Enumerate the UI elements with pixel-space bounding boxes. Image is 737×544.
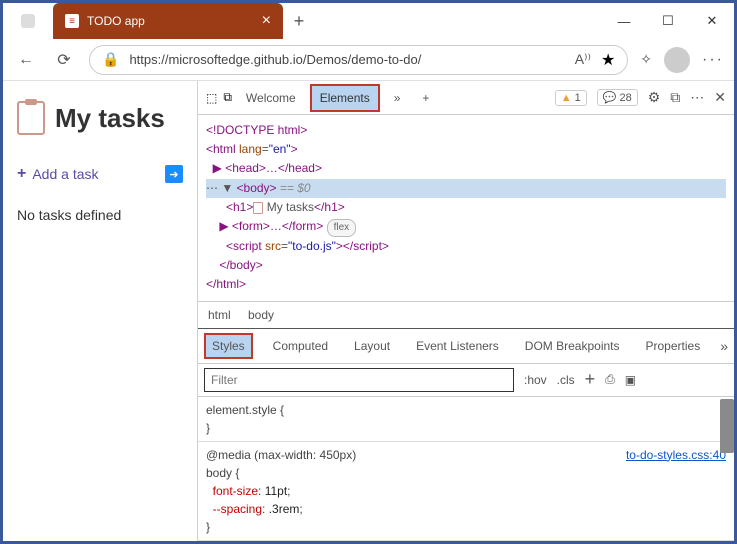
cls-toggle[interactable]: .cls (557, 373, 575, 387)
devtools-menu-icon[interactable]: ⋯ (690, 89, 704, 106)
window-controls: — ☐ ✕ (602, 3, 734, 39)
styles-filter-row: :hov .cls + ⎙ ▣ (198, 364, 734, 397)
favorite-icon[interactable]: ★ (601, 50, 615, 70)
hov-toggle[interactable]: :hov (524, 373, 547, 387)
styles-more-icon[interactable]: » (720, 338, 728, 354)
tab-strip-spacer (3, 3, 53, 39)
settings-icon[interactable]: ⚙ (648, 89, 661, 106)
clipboard-mini-icon (253, 202, 263, 214)
warnings-badge[interactable]: ▲ 1 (555, 90, 587, 106)
refresh-button[interactable]: ⟳ (51, 50, 77, 70)
address-bar: ← ⟳ 🔒 https://microsoftedge.github.io/De… (3, 39, 734, 81)
tab-event-listeners[interactable]: Event Listeners (410, 335, 505, 357)
crumb-html[interactable]: html (208, 308, 231, 322)
styles-tabbar: Styles Computed Layout Event Listeners D… (198, 329, 734, 364)
crumb-body[interactable]: body (248, 308, 274, 322)
page-viewport: My tasks + Add a task ➜ No tasks defined (3, 81, 197, 541)
dom-html[interactable]: <html lang="en"> (206, 140, 726, 159)
print-icon[interactable]: ⎙ (605, 372, 615, 387)
tab-welcome[interactable]: Welcome (238, 86, 304, 110)
tab-favicon: ≡ (65, 14, 79, 28)
dom-tree[interactable]: <!DOCTYPE html> <html lang="en"> ▶ <head… (198, 115, 734, 301)
empty-state-text: No tasks defined (17, 207, 183, 223)
new-rule-button[interactable]: + (585, 369, 596, 390)
tab-more[interactable]: » (386, 86, 409, 110)
close-window-button[interactable]: ✕ (690, 3, 734, 39)
submit-arrow-icon[interactable]: ➜ (165, 165, 183, 183)
read-aloud-icon[interactable]: A⁾⁾ (575, 51, 591, 68)
messages-badge[interactable]: 💬 28 (597, 89, 638, 106)
dom-form[interactable]: ▶ <form>…</form> flex (206, 217, 726, 237)
source-link[interactable]: to-do-styles.css:40 (626, 446, 726, 464)
clipboard-icon (17, 101, 45, 135)
styles-filter-input[interactable] (204, 368, 514, 392)
warning-icon: ▲ (561, 92, 572, 104)
browser-tab[interactable]: ≡ TODO app × (53, 3, 283, 39)
url-input[interactable]: 🔒 https://microsoftedge.github.io/Demos/… (89, 45, 628, 75)
edge-menu-icon[interactable] (21, 14, 35, 28)
tab-close-icon[interactable]: × (262, 12, 271, 30)
devtools-close-icon[interactable]: ✕ (714, 89, 726, 106)
message-icon: 💬 (603, 91, 617, 104)
flex-badge[interactable]: flex (327, 219, 357, 237)
warning-count: 1 (575, 92, 581, 104)
rule-element-style[interactable]: element.style { } (198, 397, 734, 442)
dom-doctype[interactable]: <!DOCTYPE html> (206, 121, 726, 140)
content-area: My tasks + Add a task ➜ No tasks defined… (3, 81, 734, 541)
collections-icon[interactable]: ✧ (640, 51, 652, 68)
rule-body[interactable]: to-do-styles.css:1 body { margin: ▶ calc… (198, 541, 734, 542)
dom-script[interactable]: <script src="to-do.js"></script> (206, 237, 726, 256)
devtools-tabbar: ⬚ ⧉ Welcome Elements » + ▲ 1 💬 28 ⚙ ⧉ ⋯ … (198, 81, 734, 115)
dom-html-close[interactable]: </html> (206, 275, 726, 294)
dom-h1[interactable]: <h1> My tasks</h1> (206, 198, 726, 217)
scrollbar-thumb[interactable] (720, 399, 734, 453)
add-task-label: Add a task (32, 166, 98, 182)
lock-icon: 🔒 (102, 51, 119, 68)
more-menu-icon[interactable]: ··· (702, 51, 724, 69)
new-tab-button[interactable]: + (283, 3, 315, 39)
tab-styles[interactable]: Styles (204, 333, 253, 359)
profile-avatar[interactable] (664, 47, 690, 73)
tab-computed[interactable]: Computed (267, 335, 334, 357)
add-task-row[interactable]: + Add a task ➜ (17, 165, 183, 183)
heading-text: My tasks (55, 103, 165, 134)
page-heading: My tasks (17, 101, 183, 135)
styles-rules[interactable]: element.style { } to-do-styles.css:40 @m… (198, 397, 734, 542)
minimize-button[interactable]: — (602, 3, 646, 39)
back-button[interactable]: ← (13, 51, 39, 69)
maximize-button[interactable]: ☐ (646, 3, 690, 39)
tab-properties[interactable]: Properties (640, 335, 707, 357)
inspect-icon[interactable]: ⬚ (206, 91, 217, 105)
tab-elements[interactable]: Elements (310, 84, 380, 112)
tab-dom-breakpoints[interactable]: DOM Breakpoints (519, 335, 626, 357)
dom-head[interactable]: ▶ <head>…</head> (206, 159, 726, 178)
tab-layout[interactable]: Layout (348, 335, 396, 357)
rule-media-body[interactable]: to-do-styles.css:40 @media (max-width: 4… (198, 442, 734, 541)
dom-body-close[interactable]: </body> (206, 256, 726, 275)
device-icon[interactable]: ⧉ (223, 90, 232, 105)
message-count: 28 (619, 92, 631, 104)
tab-title: TODO app (87, 14, 145, 28)
plus-icon: + (17, 165, 26, 183)
tab-add[interactable]: + (414, 86, 437, 110)
toggle-pane-icon[interactable]: ▣ (625, 373, 636, 387)
url-text: https://microsoftedge.github.io/Demos/de… (129, 52, 564, 67)
devtools-panel: ⬚ ⧉ Welcome Elements » + ▲ 1 💬 28 ⚙ ⧉ ⋯ … (197, 81, 734, 541)
dock-icon[interactable]: ⧉ (670, 89, 680, 106)
dom-breadcrumb[interactable]: html body (198, 301, 734, 329)
dom-body-selected[interactable]: ⋯ ▼ <body> == $0 (206, 179, 726, 198)
window-titlebar: ≡ TODO app × + — ☐ ✕ (3, 3, 734, 39)
